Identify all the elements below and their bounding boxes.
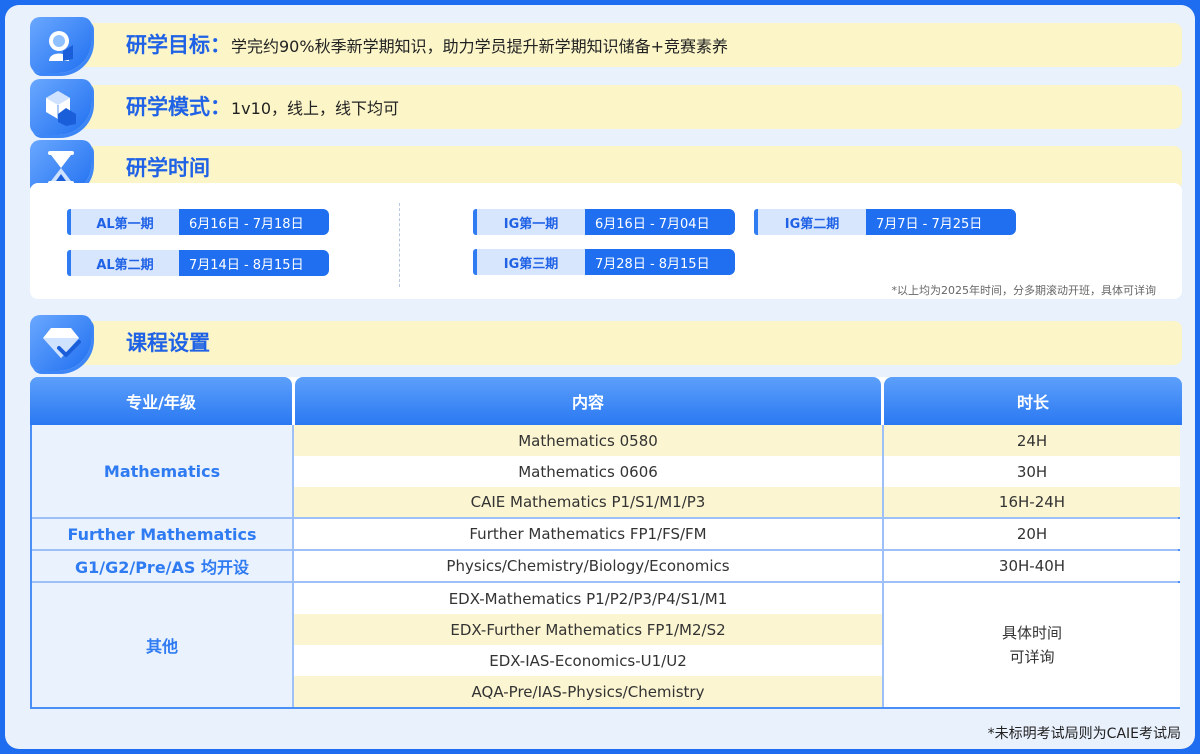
period-tag: AL第二期 [67, 250, 179, 276]
column-divider [292, 425, 294, 707]
duration-other-line2: 可详询 [1009, 648, 1055, 666]
period-tag: IG第二期 [754, 209, 866, 235]
course-table: 专业/年级 内容 时长 Mathematics Further Mathemat… [30, 377, 1182, 709]
header-content: 内容 [295, 377, 881, 425]
category-mathematics: Mathematics [32, 425, 292, 517]
duration-cell: 16H-24H [884, 487, 1180, 517]
row-divider [32, 581, 1178, 583]
period-al-2: AL第二期 7月14日 - 8月15日 [67, 250, 329, 276]
table-row: Mathematics 0580 [294, 425, 882, 456]
period-date: 6月16日 - 7月04日 [585, 209, 735, 235]
duration-cell: 30H [884, 456, 1180, 487]
time-card: AL第一期 6月16日 - 7月18日 AL第二期 7月14日 - 8月15日 … [30, 183, 1182, 299]
footnote: *未标明考试局则为CAIE考试局 [987, 726, 1181, 742]
period-ig-3: IG第三期 7月28日 - 8月15日 [473, 249, 735, 275]
course-banner: 课程设置 [30, 321, 1182, 365]
table-row: Physics/Chemistry/Biology/Economics [294, 551, 882, 581]
period-tag: AL第一期 [67, 209, 179, 235]
duration-other-line1: 具体时间 [1001, 624, 1062, 642]
mode-banner: 研学模式：1v10，线上，线下均可 [30, 85, 1182, 129]
period-ig-2: IG第二期 7月7日 - 7月25日 [754, 209, 1016, 235]
category-further-mathematics: Further Mathematics [32, 519, 292, 549]
period-date: 7月7日 - 7月25日 [866, 209, 1016, 235]
header-major: 专业/年级 [30, 377, 292, 425]
category-g1-g2-pre-as: G1/G2/Pre/AS 均开设 [32, 551, 292, 581]
course-poster: 研学目标：学完约90%秋季新学期知识，助力学员提升新学期知识储备+竞赛素养 研学… [5, 5, 1195, 749]
period-tag: IG第三期 [473, 249, 585, 275]
table-row: EDX-Further Mathematics FP1/M2/S2 [294, 614, 882, 645]
course-label: 课程设置 [126, 331, 210, 355]
duration-cell: 20H [884, 519, 1180, 549]
category-other: 其他 [32, 583, 292, 707]
mode-text: 1v10，线上，线下均可 [231, 99, 400, 118]
duration-cell: 24H [884, 425, 1180, 456]
period-date: 6月16日 - 7月18日 [179, 209, 329, 235]
table-row: EDX-IAS-Economics-U1/U2 [294, 645, 882, 676]
goal-text: 学完约90%秋季新学期知识，助力学员提升新学期知识储备+竞赛素养 [231, 37, 728, 56]
table-row: AQA-Pre/IAS-Physics/Chemistry [294, 676, 882, 707]
goal-label: 研学目标： [126, 33, 231, 57]
period-al-1: AL第一期 6月16日 - 7月18日 [67, 209, 329, 235]
table-row: EDX-Mathematics P1/P2/P3/P4/S1/M1 [294, 583, 882, 614]
duration-cell: 30H-40H [884, 551, 1180, 581]
row-divider [32, 549, 1178, 551]
mode-label: 研学模式： [126, 95, 231, 119]
column-divider [882, 425, 884, 707]
table-row: CAIE Mathematics P1/S1/M1/P3 [294, 487, 882, 517]
row-divider [32, 517, 1178, 519]
header-duration: 时长 [884, 377, 1182, 425]
period-date: 7月14日 - 8月15日 [179, 250, 329, 276]
period-ig-1: IG第一期 6月16日 - 7月04日 [473, 209, 735, 235]
time-note: *以上均为2025年时间，分多期滚动开班，具体可详询 [891, 284, 1157, 297]
table-row: Further Mathematics FP1/FS/FM [294, 519, 882, 549]
duration-cell-other: 具体时间 可详询 [884, 583, 1180, 707]
time-divider [399, 203, 400, 287]
period-tag: IG第一期 [473, 209, 585, 235]
period-date: 7月28日 - 8月15日 [585, 249, 735, 275]
table-row: Mathematics 0606 [294, 456, 882, 487]
goal-banner: 研学目标：学完约90%秋季新学期知识，助力学员提升新学期知识储备+竞赛素养 [30, 23, 1182, 67]
